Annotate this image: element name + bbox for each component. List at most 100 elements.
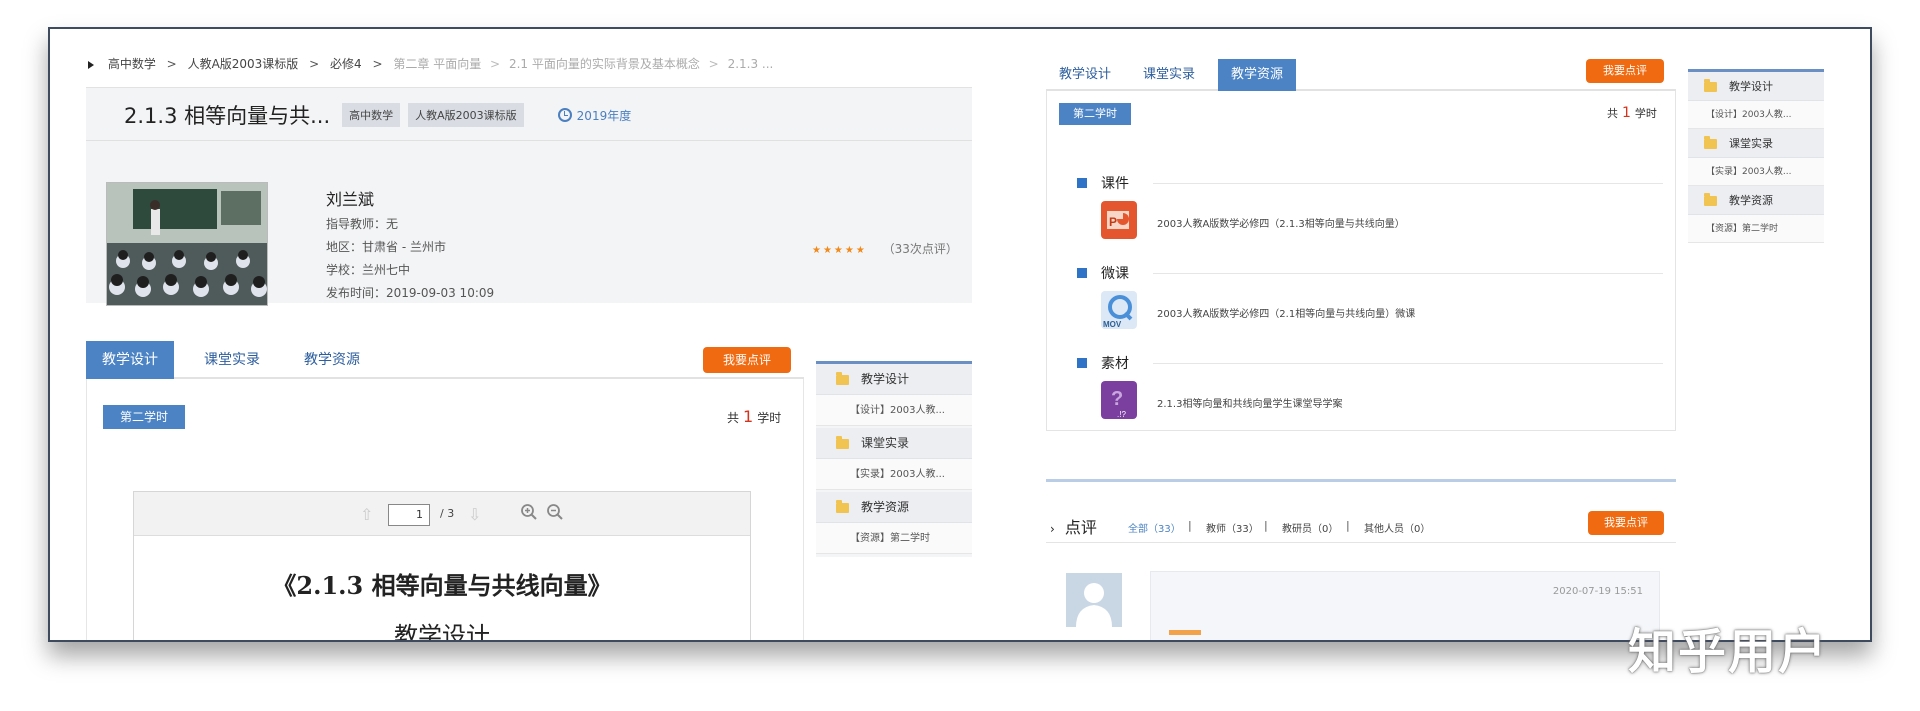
avatar bbox=[1066, 573, 1122, 627]
breadcrumb-item-chapter[interactable]: 第二章 平面向量 bbox=[393, 57, 481, 71]
year-label: 2019年度 bbox=[557, 107, 631, 124]
review-divider bbox=[1046, 479, 1676, 482]
rating-stars-icon: ★★★★★ bbox=[812, 245, 867, 256]
write-review-button[interactable]: 我要点评 bbox=[703, 347, 791, 373]
filter-teachers[interactable]: 教师（33） bbox=[1206, 520, 1259, 535]
tab-classroom-record-right[interactable]: 课堂实录 bbox=[1130, 59, 1208, 91]
review-header: › 点评 全部（33） | 教师（33） | 教研员（0） | 其他人员（0） 我… bbox=[1046, 511, 1676, 543]
sidebar-group-record[interactable]: 课堂实录 【实录】2003人教... bbox=[816, 428, 972, 490]
section-rule bbox=[1153, 363, 1663, 364]
review-count-text[interactable]: （33次点评） bbox=[883, 242, 958, 256]
breadcrumb-separator: > bbox=[490, 57, 501, 71]
prev-page-icon[interactable]: ⇧ bbox=[360, 505, 373, 524]
classroom-photo-icon bbox=[107, 183, 267, 305]
write-review-button-right[interactable]: 我要点评 bbox=[1586, 59, 1664, 83]
sidebar-item-resources-right[interactable]: 【资源】第二学时 bbox=[1688, 215, 1824, 243]
period-count: 共 1 学时 bbox=[727, 407, 781, 426]
sidebar-item-resources[interactable]: 【资源】第二学时 bbox=[816, 523, 972, 554]
period-count-prefix: 共 bbox=[727, 411, 740, 425]
filter-separator: | bbox=[1188, 519, 1192, 532]
subject-tag: 高中数学 bbox=[342, 103, 401, 127]
tab-teaching-design-right[interactable]: 教学设计 bbox=[1046, 59, 1124, 91]
period-count-suffix: 学时 bbox=[1634, 107, 1657, 120]
next-page-icon[interactable]: ⇩ bbox=[468, 505, 481, 524]
quicktime-movie-icon[interactable]: MOV bbox=[1099, 289, 1139, 331]
breadcrumb-item-section[interactable]: 2.1 平面向量的实际背景及基本概念 bbox=[509, 57, 700, 71]
breadcrumb-arrow-icon bbox=[88, 60, 94, 69]
section-label: 素材 bbox=[1101, 356, 1129, 372]
resource-list-panel: 第二学时 共 1 学时 课件 P 2003人教A版数学必修四（2.1.3相等向量与共… bbox=[1046, 91, 1676, 431]
sidebar-group-record-right[interactable]: 课堂实录 【实录】2003人教... bbox=[1688, 129, 1824, 186]
filter-all[interactable]: 全部（33） bbox=[1128, 520, 1181, 535]
page-number-input[interactable]: 1 bbox=[388, 504, 430, 526]
breadcrumb-separator: > bbox=[166, 57, 177, 71]
micro-lesson-file-link[interactable]: 2003人教A版数学必修四（2.1相等向量与共线向量）微课 bbox=[1157, 305, 1415, 320]
breadcrumb: 高中数学 > 人教A版2003课标版 > 必修4 > 第二章 平面向量 > 2.… bbox=[88, 55, 773, 72]
right-tab-bar: 教学设计 课堂实录 教学资源 我要点评 bbox=[1046, 59, 1676, 91]
breadcrumb-item-book[interactable]: 必修4 bbox=[330, 57, 362, 71]
section-label: 课件 bbox=[1101, 176, 1129, 192]
sidebar-group-label: 课堂实录 bbox=[861, 436, 910, 450]
watermark-text: 知乎用户 bbox=[1628, 624, 1829, 680]
section-bullet-icon bbox=[1077, 268, 1087, 278]
clock-icon bbox=[557, 108, 572, 122]
sidebar-group-resources[interactable]: 教学资源 【资源】第二学时 bbox=[816, 492, 972, 554]
review-title-text: 点评 bbox=[1064, 518, 1097, 537]
zoom-in-icon[interactable] bbox=[520, 503, 538, 521]
sidebar-item-record-right[interactable]: 【实录】2003人教... bbox=[1688, 158, 1824, 186]
sidebar-item-design[interactable]: 【设计】2003人教... bbox=[816, 395, 972, 426]
filter-researchers[interactable]: 教研员（0） bbox=[1282, 520, 1338, 535]
svg-text:.!?: .!? bbox=[1117, 410, 1126, 419]
sidebar-item-record[interactable]: 【实录】2003人教... bbox=[816, 459, 972, 490]
period-count-number: 1 bbox=[1622, 105, 1631, 121]
sidebar-item-design-right[interactable]: 【设计】2003人教... bbox=[1688, 101, 1824, 129]
write-review-button-bottom[interactable]: 我要点评 bbox=[1588, 511, 1664, 535]
comment-card: 2020-07-19 15:51 bbox=[1150, 571, 1660, 640]
section-bullet-icon bbox=[1077, 358, 1087, 368]
period-tag-right[interactable]: 第二学时 bbox=[1059, 103, 1131, 125]
folder-icon bbox=[1704, 136, 1717, 149]
classroom-video-thumbnail[interactable] bbox=[106, 182, 268, 306]
tab-teaching-design[interactable]: 教学设计 bbox=[86, 341, 174, 379]
resource-info-panel: 2.1.3 相等向量与共... 高中数学 人教A版2003课标版 2019年度 bbox=[86, 87, 972, 306]
tab-teaching-resources-right[interactable]: 教学资源 bbox=[1218, 59, 1296, 91]
filter-separator: | bbox=[1264, 519, 1268, 532]
breadcrumb-item-edition[interactable]: 人教A版2003课标版 bbox=[188, 57, 299, 71]
section-courseware: 课件 bbox=[1077, 173, 1129, 193]
filter-separator: | bbox=[1346, 519, 1350, 532]
powerpoint-icon[interactable]: P bbox=[1099, 199, 1139, 241]
filter-others[interactable]: 其他人员（0） bbox=[1364, 520, 1430, 535]
viewer-toolbar: ⇧ 1 / 3 ⇩ bbox=[134, 492, 750, 536]
unknown-file-icon[interactable]: ? .!? bbox=[1099, 379, 1139, 421]
sidebar-group-design[interactable]: 教学设计 【设计】2003人教... bbox=[816, 364, 972, 426]
sidebar-group-design-right[interactable]: 教学设计 【设计】2003人教... bbox=[1688, 72, 1824, 129]
tab-classroom-record[interactable]: 课堂实录 bbox=[182, 341, 282, 379]
period-tag[interactable]: 第二学时 bbox=[103, 405, 185, 429]
sidebar-group-label: 教学设计 bbox=[861, 372, 910, 386]
sidebar-group-label: 教学资源 bbox=[1729, 194, 1773, 207]
period-count-number: 1 bbox=[743, 407, 754, 426]
breadcrumb-item-subject[interactable]: 高中数学 bbox=[108, 57, 156, 71]
divider bbox=[86, 140, 972, 141]
section-micro-lesson: 微课 bbox=[1077, 263, 1129, 283]
zoom-out-icon[interactable] bbox=[546, 503, 564, 521]
breadcrumb-separator: > bbox=[372, 57, 383, 71]
left-tab-bar: 教学设计 课堂实录 教学资源 我要点评 bbox=[86, 341, 804, 379]
breadcrumb-separator: > bbox=[309, 57, 320, 71]
section-materials: 素材 bbox=[1077, 353, 1129, 373]
section-rule bbox=[1153, 183, 1663, 184]
materials-file-link[interactable]: 2.1.3相等向量和共线向量学生课堂导学案 bbox=[1157, 395, 1342, 410]
default-avatar-icon bbox=[1066, 573, 1122, 627]
folder-icon bbox=[1704, 79, 1717, 92]
review-title: › 点评 bbox=[1050, 514, 1097, 538]
svg-text:?: ? bbox=[1111, 388, 1123, 410]
sidebar-group-resources-right[interactable]: 教学资源 【资源】第二学时 bbox=[1688, 186, 1824, 243]
advisor-text: 指导教师：无 bbox=[326, 217, 399, 231]
tab-teaching-resources[interactable]: 教学资源 bbox=[282, 341, 382, 379]
document-title: 《2.1.3 相等向量与共线向量》 bbox=[272, 571, 612, 600]
section-rule bbox=[1153, 273, 1663, 274]
courseware-file-link[interactable]: 2003人教A版数学必修四（2.1.3相等向量与共线向量） bbox=[1157, 215, 1405, 230]
sidebar-group-label: 课堂实录 bbox=[1729, 137, 1773, 150]
right-resource-sidebar: 教学设计 【设计】2003人教... 课堂实录 【实录】2003人教... 教学… bbox=[1688, 69, 1824, 243]
breadcrumb-item-lesson[interactable]: 2.1.3 ... bbox=[728, 57, 774, 71]
